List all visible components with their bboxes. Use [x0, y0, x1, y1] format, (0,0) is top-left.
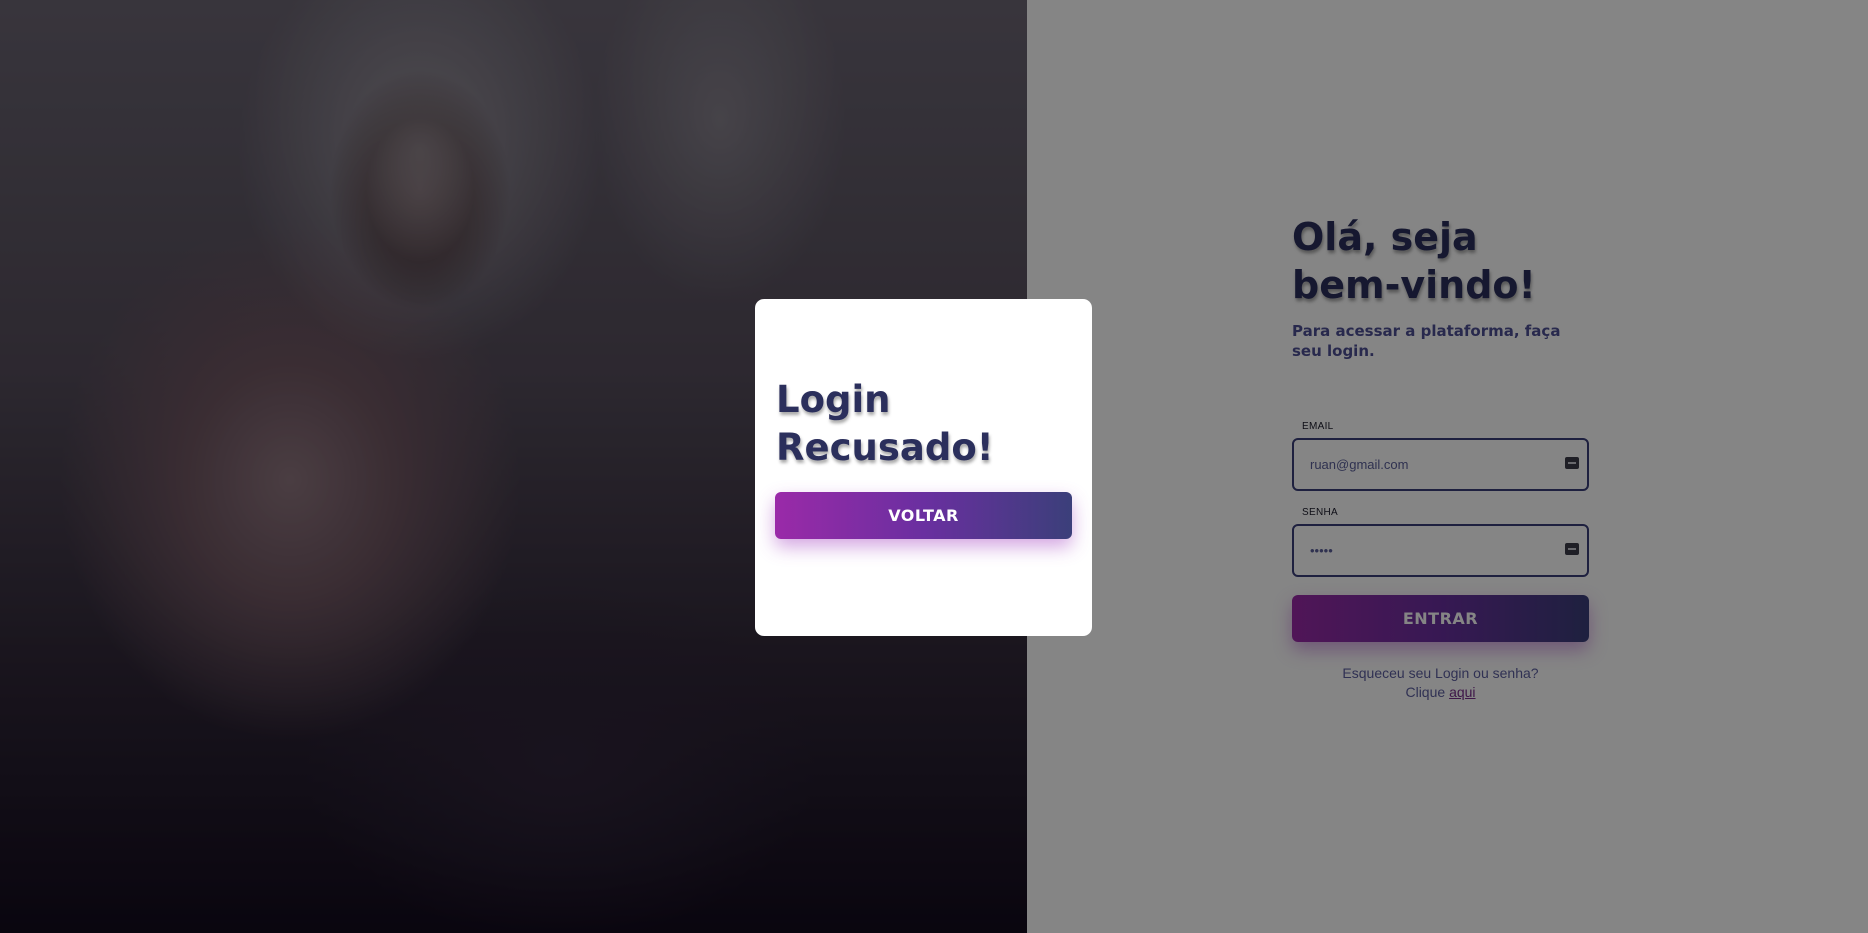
voltar-button[interactable]: VOLTAR [775, 492, 1072, 539]
login-page: Olá, seja bem-vindo! Para acessar a plat… [0, 0, 1868, 933]
modal-title: Login Recusado! [776, 378, 994, 469]
login-refused-modal: Login Recusado! VOLTAR [755, 299, 1092, 636]
